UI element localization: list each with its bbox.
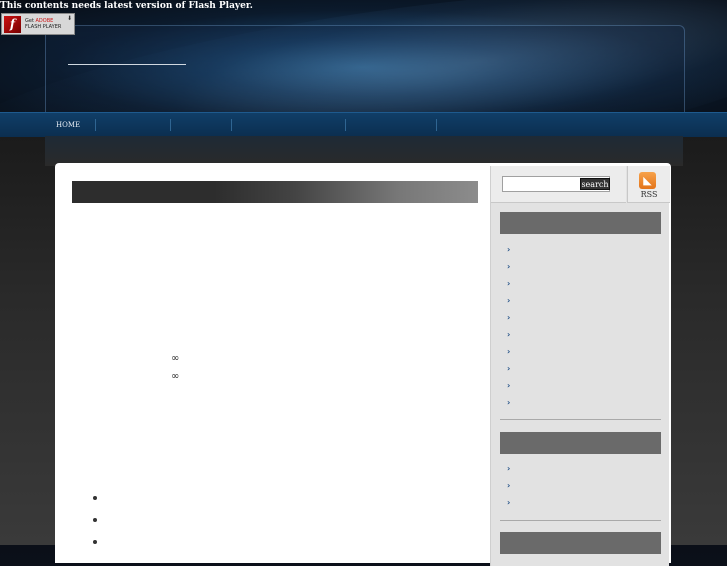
list-bullet bbox=[93, 540, 97, 544]
sidebar-link-arrow-icon[interactable]: › bbox=[507, 364, 510, 373]
rss-link[interactable]: ◣ RSS bbox=[627, 166, 670, 203]
sidebar-link-arrow-icon[interactable]: › bbox=[507, 481, 510, 490]
site-header bbox=[0, 0, 727, 112]
nav-separator bbox=[345, 119, 346, 131]
search-button[interactable]: search bbox=[580, 178, 610, 190]
sidebar-link-arrow-icon[interactable]: › bbox=[507, 498, 510, 507]
nav-item-3[interactable] bbox=[175, 113, 227, 137]
sidebar-section-heading bbox=[500, 532, 661, 554]
sidebar-divider bbox=[500, 520, 661, 521]
sidebar-link-arrow-icon[interactable]: › bbox=[507, 313, 510, 322]
site-title-underline bbox=[68, 64, 186, 65]
nav-item-2[interactable] bbox=[100, 113, 166, 137]
list-bullet bbox=[93, 496, 97, 500]
sidebar-link-arrow-icon[interactable]: › bbox=[507, 279, 510, 288]
nav-item-4[interactable] bbox=[236, 113, 341, 137]
sidebar-section-heading bbox=[500, 432, 661, 454]
sidebar-link-arrow-icon[interactable]: › bbox=[507, 330, 510, 339]
sidebar-link-arrow-icon[interactable]: › bbox=[507, 296, 510, 305]
nav-separator bbox=[170, 119, 171, 131]
content-container: ∞ ∞ search ◣ RSS › › › › › › › › › › › ›… bbox=[55, 163, 671, 566]
sidebar-section-heading bbox=[500, 212, 661, 234]
sidebar-divider bbox=[500, 419, 661, 420]
nav-separator bbox=[231, 119, 232, 131]
badge-product-label: FLASH PLAYER bbox=[25, 24, 62, 30]
get-flash-player-button[interactable]: f Get ADOBE FLASH PLAYER ⬇ bbox=[1, 13, 75, 35]
sidebar-link-arrow-icon[interactable]: › bbox=[507, 381, 510, 390]
download-arrow-icon: ⬇ bbox=[66, 15, 72, 22]
header-frame bbox=[45, 25, 685, 112]
sidebar-link-arrow-icon[interactable]: › bbox=[507, 347, 510, 356]
article-heading-bar bbox=[72, 181, 478, 203]
flash-icon: f bbox=[4, 15, 21, 33]
nav-item-5[interactable] bbox=[350, 113, 432, 137]
main-nav: HOME bbox=[0, 112, 727, 137]
nav-separator bbox=[436, 119, 437, 131]
sidebar-link-arrow-icon[interactable]: › bbox=[507, 398, 510, 407]
rss-icon: ◣ bbox=[639, 172, 656, 189]
nav-item-home[interactable]: HOME bbox=[56, 113, 80, 137]
search-area: search bbox=[491, 166, 626, 203]
rss-label: RSS bbox=[640, 190, 658, 199]
sidebar-link-arrow-icon[interactable]: › bbox=[507, 464, 510, 473]
sidebar-link-arrow-icon[interactable]: › bbox=[507, 262, 510, 271]
sidebar-link-arrow-icon[interactable]: › bbox=[507, 245, 510, 254]
infinity-symbol: ∞ bbox=[171, 371, 180, 382]
nav-separator bbox=[95, 119, 96, 131]
header-band bbox=[45, 136, 683, 166]
flash-required-message: This contents needs latest version of Fl… bbox=[0, 1, 253, 11]
list-bullet bbox=[93, 518, 97, 522]
infinity-symbol: ∞ bbox=[171, 353, 180, 364]
sidebar: search ◣ RSS › › › › › › › › › › › › › bbox=[490, 166, 670, 566]
